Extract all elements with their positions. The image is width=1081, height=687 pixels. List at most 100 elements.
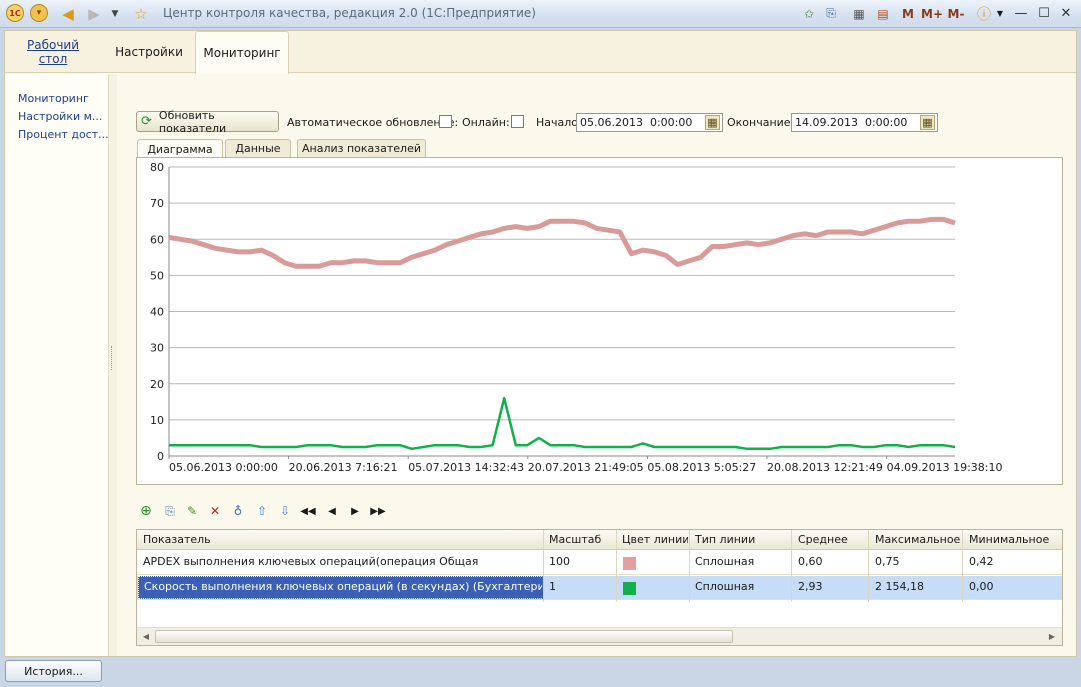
online-label: Онлайн: (462, 116, 510, 129)
main-menu-icon[interactable]: ▾ (30, 4, 48, 22)
line-chart: 0 10 20 30 40 50 60 70 80 05.06.2013 0:00:00 20.06… (150, 161, 1003, 474)
online-checkbox[interactable] (511, 115, 524, 128)
col-line-color[interactable]: Цвет линии (618, 533, 688, 547)
calculator-icon[interactable]: ▦ (850, 4, 868, 23)
edit-pencil-icon[interactable]: ✎ (183, 502, 201, 520)
y-tick-label: 60 (150, 233, 164, 246)
nav-item-monitoring[interactable]: Мониторинг (18, 92, 89, 105)
start-label: Начало: (536, 116, 582, 129)
table-row-selected[interactable]: Скорость выполнения ключевых операций (в… (137, 576, 1062, 600)
maximize-icon[interactable]: ☐ (1033, 3, 1055, 23)
row-line-type: Сплошная (695, 580, 755, 593)
x-tick-label: 20.08.2013 12:21:49 (767, 461, 883, 474)
scrollbar-thumb[interactable] (155, 630, 733, 643)
line-color-swatch[interactable] (623, 582, 636, 595)
horizontal-scrollbar[interactable]: ◀ ▶ (137, 627, 1062, 645)
row-average: 0,60 (798, 555, 823, 568)
table-header: Показатель Масштаб Цвет линии Тип линии … (137, 530, 1062, 550)
first-page-icon[interactable]: ◀◀ (299, 502, 317, 520)
move-up-icon[interactable]: ⇧ (253, 502, 271, 520)
table-row[interactable]: APDEX выполнения ключевых операций(опера… (137, 551, 1062, 575)
tab-chart[interactable]: Диаграмма (137, 139, 223, 158)
close-icon[interactable]: ✕ (1055, 3, 1077, 23)
bottom-bar: История... (0, 657, 1081, 687)
y-tick-label: 30 (150, 342, 164, 355)
auto-update-label: Автоматическое обновление: (287, 116, 459, 129)
row-scale: 100 (549, 555, 570, 568)
refresh-icon: ⟳ (141, 114, 152, 129)
hint-bulb-icon[interactable]: ♁ (229, 502, 247, 520)
end-date-field[interactable]: 14.09.2013 0:00:00 (791, 113, 938, 132)
forward-arrow-icon[interactable]: ▶ (84, 4, 104, 23)
back-arrow-icon[interactable]: ◀ (58, 4, 78, 23)
scroll-left-icon[interactable]: ◀ (139, 630, 153, 643)
y-tick-label: 40 (150, 306, 164, 319)
section-settings[interactable]: Настройки (109, 31, 189, 73)
section-desktop[interactable]: Рабочий стол (21, 31, 85, 73)
series-line-2 (169, 396, 956, 451)
row-indicator-name: Скорость выполнения ключевых операций (в… (144, 580, 542, 593)
x-tick-label: 05.08.2013 5:05:27 (647, 461, 756, 474)
title-bar: 1С ▾ ◀ ▶ ▼ ☆ Центр контроля качества, ре… (0, 0, 1081, 28)
y-tick-label: 70 (150, 197, 164, 210)
history-dropdown-icon[interactable]: ▼ (108, 4, 122, 23)
auto-update-checkbox[interactable] (439, 115, 452, 128)
window-title: Центр контроля качества, редакция 2.0 (1… (163, 6, 536, 20)
x-tick-label: 04.09.2013 19:38:10 (887, 461, 1003, 474)
memory-minus-icon[interactable]: M- (945, 4, 967, 23)
next-page-icon[interactable]: ▶ (346, 502, 364, 520)
line-color-swatch[interactable] (623, 557, 636, 570)
add-row-icon[interactable]: ⊕ (137, 502, 155, 520)
col-indicator[interactable]: Показатель (139, 533, 539, 547)
last-page-icon[interactable]: ▶▶ (369, 502, 387, 520)
start-date-field[interactable]: 05.06.2013 0:00:00 (576, 113, 723, 132)
prev-page-icon[interactable]: ◀ (323, 502, 341, 520)
start-calendar-icon[interactable]: ▦ (705, 115, 720, 130)
minimize-icon[interactable]: — (1010, 3, 1032, 23)
end-label: Окончание: (727, 116, 795, 129)
section-desktop-line1: Рабочий (26, 38, 80, 52)
section-desktop-line2: стол (38, 52, 68, 66)
row-average: 2,93 (798, 580, 823, 593)
section-monitoring[interactable]: Мониторинг (195, 31, 289, 74)
info-icon[interactable]: ⓘ (975, 4, 993, 23)
scroll-right-icon[interactable]: ▶ (1045, 630, 1059, 643)
link-icon[interactable]: ⎘ (822, 4, 840, 23)
info-dropdown-icon[interactable]: ▼ (995, 4, 1005, 23)
left-navigation: Мониторинг Настройки м... Процент дост..… (5, 74, 109, 656)
delete-icon[interactable]: ✕ (206, 502, 224, 520)
row-line-type: Сплошная (695, 555, 755, 568)
row-indicator-name: APDEX выполнения ключевых операций(опера… (143, 555, 479, 568)
col-max[interactable]: Максимальное (871, 533, 963, 547)
history-button[interactable]: История... (5, 660, 102, 682)
memory-m-icon[interactable]: M (900, 4, 916, 23)
col-line-type[interactable]: Тип линии (691, 533, 787, 547)
y-tick-label: 50 (150, 269, 164, 282)
indicators-table: Показатель Масштаб Цвет линии Тип линии … (136, 529, 1063, 646)
col-min[interactable]: Минимальное (965, 533, 1061, 547)
x-tick-label: 05.06.2013 0:00:00 (169, 461, 278, 474)
col-scale[interactable]: Масштаб (545, 533, 615, 547)
favorites-star-icon[interactable]: ☆ (131, 4, 151, 23)
x-tick-label: 20.06.2013 7:16:21 (289, 461, 398, 474)
selected-cell[interactable]: Скорость выполнения ключевых операций (в… (138, 576, 544, 599)
add-favorite-icon[interactable]: ✩ (800, 4, 818, 23)
y-tick-label: 80 (150, 161, 164, 174)
tab-analysis[interactable]: Анализ показателей (297, 139, 426, 157)
refresh-indicators-button[interactable]: ⟳ Обновить показатели (136, 109, 279, 135)
copy-row-icon[interactable]: ⎘ (161, 502, 179, 520)
panel-splitter[interactable] (109, 74, 117, 656)
end-calendar-icon[interactable]: ▦ (920, 115, 935, 130)
tab-data[interactable]: Данные (225, 139, 291, 157)
x-tick-label: 20.07.2013 21:49:05 (528, 461, 644, 474)
nav-item-monitoring-settings[interactable]: Настройки м... (18, 110, 102, 123)
y-tick-label: 0 (157, 450, 164, 463)
memory-plus-icon[interactable]: M+ (921, 4, 943, 23)
nav-item-availability-percent[interactable]: Процент дост... (18, 128, 109, 141)
app-logo-icon[interactable]: 1С (6, 4, 24, 22)
calendar-icon[interactable]: ▤ (874, 4, 892, 23)
row-max: 2 154,18 (875, 580, 924, 593)
move-down-icon[interactable]: ⇩ (276, 502, 294, 520)
row-max: 0,75 (875, 555, 900, 568)
col-average[interactable]: Среднее (794, 533, 866, 547)
